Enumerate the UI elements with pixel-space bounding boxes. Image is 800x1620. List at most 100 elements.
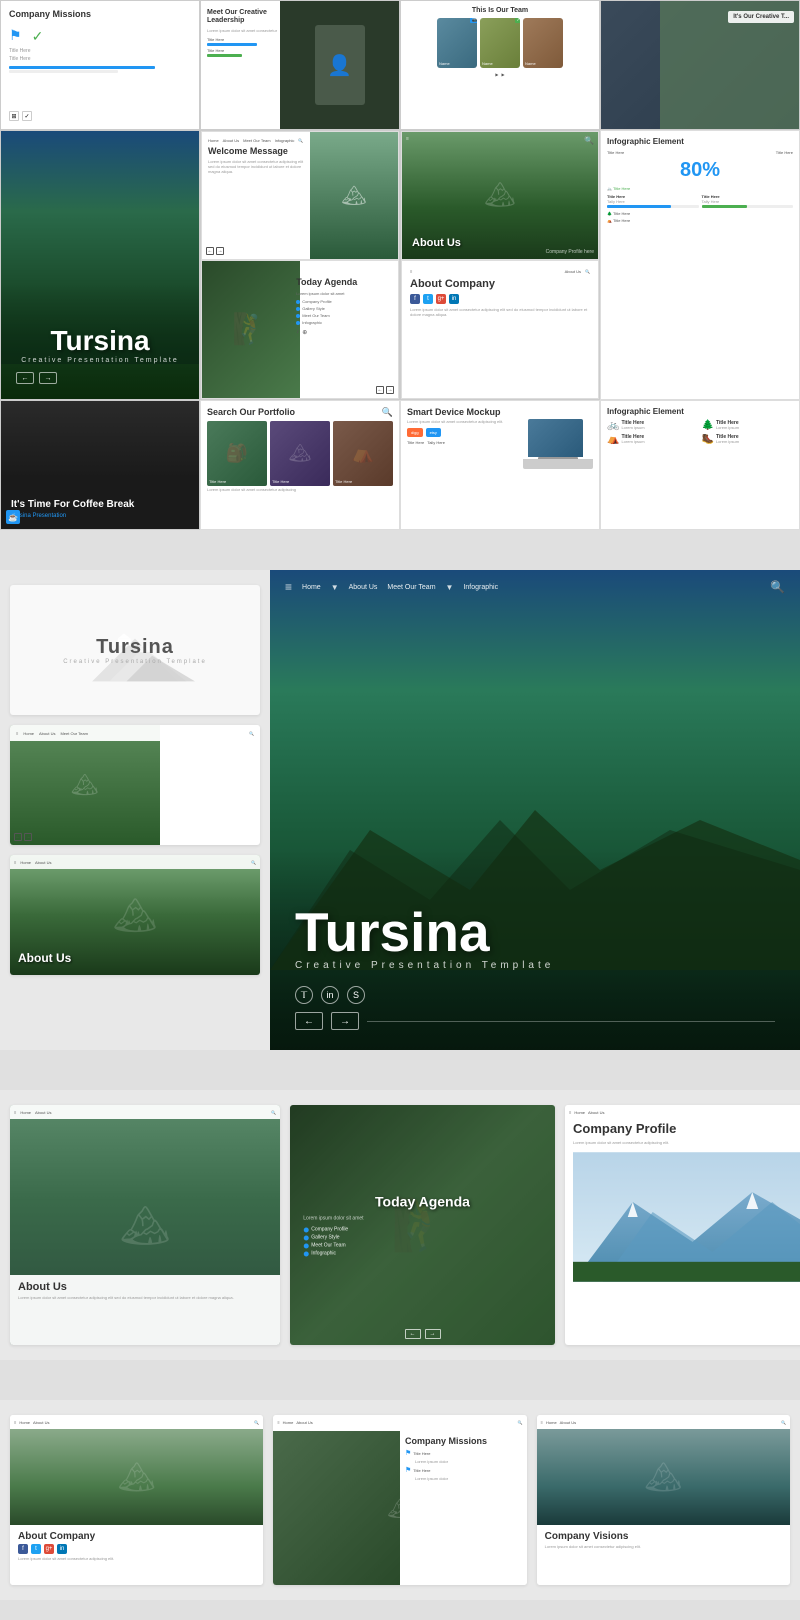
agenda-content: Today Agenda Lorem ipsum dolor sit amet … — [290, 271, 398, 342]
slide-about-part1: 🏔 🔍 ≡ About Us Company Profile here — [401, 131, 599, 260]
brand-sub-main: Creative Presentation Template — [16, 357, 184, 364]
bottom-padding — [0, 1600, 800, 1620]
about-us-label: About Us — [412, 237, 461, 249]
digg-badge: digg — [407, 428, 423, 437]
team-photo-1: 📷 Name — [437, 18, 477, 68]
team-badge-2: ✓ — [515, 18, 520, 23]
br-ac-menu: ≡ — [14, 1420, 16, 1425]
large-prev-arrow[interactable]: ← — [295, 1012, 323, 1030]
slide-infographic-el: Infographic Element 🚲 Title Here Lorem i… — [600, 400, 800, 530]
person-icon: 👤 — [315, 25, 365, 105]
laptop-base — [523, 459, 593, 469]
infographic-el-desc-2: Lorem ipsum — [716, 426, 793, 431]
tally-here-1: Title Here — [407, 440, 424, 445]
large-brand-name: Tursina — [295, 905, 775, 960]
portfolio-search-icon: 🔍 — [382, 407, 393, 418]
prev-arrow[interactable]: ← — [16, 372, 34, 384]
infographic-el-desc-4: Lorem ipsum — [716, 440, 793, 445]
bm-agenda-item-4: Infographic — [303, 1251, 542, 1257]
meet-leadership-title: Meet Our Creative Leadership — [207, 9, 282, 26]
bm-agenda-dot-3 — [303, 1243, 308, 1248]
large-tursina-slide: ≡ Home ▼ About Us Meet Our Team ▼ Infogr… — [270, 570, 800, 1050]
slide-infographic-element: Infographic Element Title Here Title Her… — [600, 130, 800, 400]
company-missions-title: Company Missions — [9, 9, 191, 19]
bottom-middle-section: ≡ Home About Us 🔍 🏔 About Us Lorem ipsum… — [0, 1090, 800, 1360]
middle-section: Tursina Creative Presentation Template ≡… — [0, 570, 800, 1050]
br-m-search: 🔍 — [518, 1420, 523, 1425]
br-ac-content: About Company f t g+ in Lorem ipsum dolo… — [10, 1525, 263, 1585]
pa-home: Home — [20, 860, 31, 865]
preview-about: ≡ Home About Us 🔍 🏔 About Us — [10, 855, 260, 975]
bm-agenda-label-2: Gallery Style — [311, 1235, 339, 1241]
br-ac-home: Home — [19, 1420, 30, 1425]
portfolio-photos: Title Here 🎒 Title Here 🏔 Title Here ⛺ — [207, 421, 393, 486]
bm-agenda-item-1: Company Profile — [303, 1227, 542, 1233]
team-photo-2: ✓ Name — [480, 18, 520, 68]
br-ac-search: 🔍 — [254, 1420, 259, 1425]
check-icon: ✓ — [32, 28, 44, 45]
large-menu-icon: ≡ — [285, 580, 292, 594]
bm-agenda-dot-1 — [303, 1227, 308, 1232]
bm-profile-nav-home: Home — [574, 1110, 585, 1115]
infographic-el-content-2: Title Here Lorem ipsum — [716, 420, 793, 431]
portfolio-title: Search Our Portfolio — [207, 407, 393, 417]
twitter-icon: t — [423, 294, 433, 304]
gray-separator-2 — [0, 1050, 800, 1090]
bm-agenda-subtitle: Lorem ipsum dolor sit amet — [303, 1216, 542, 1222]
top-grid: Company Missions ⚑ ✓ Title Here Title He… — [0, 0, 800, 530]
large-search-icon[interactable]: 🔍 — [770, 580, 785, 594]
title-here-2: Title Here — [9, 56, 191, 62]
infographic-el-item-3: ⛺ Title Here Lorem ipsum — [607, 434, 699, 445]
large-nav-home: Home — [302, 584, 321, 591]
bm-prev-arrow[interactable]: ← — [405, 1329, 421, 1339]
infographic-el-item-2: 🌲 Title Here Lorem ipsum — [702, 420, 794, 431]
next-arrow[interactable]: → — [39, 372, 57, 384]
infographic-item-4: ⛺ Title Here — [607, 218, 793, 223]
slide-meet-leadership: Meet Our Creative Leadership Lorem ipsum… — [200, 0, 400, 130]
large-nav-infographic: Infographic — [463, 584, 498, 591]
large-social-row: 𝕋 in S — [295, 986, 775, 1004]
wn-about: About Us — [223, 138, 239, 143]
tree-icon: 🌲 — [702, 420, 714, 431]
bm-profile-content: Company Profile Lorem ipsum dolor sit am… — [573, 1121, 800, 1337]
br-m-home: Home — [283, 1420, 294, 1425]
device-content: Lorem ipsum dolor sit amet consectetur a… — [407, 419, 593, 469]
br-visions-nav: ≡ Home About Us 🔍 — [537, 1415, 790, 1429]
agenda-label-4: Infographic — [302, 320, 322, 325]
bm-about-nav-home: Home — [20, 1110, 31, 1115]
next-dot[interactable]: → — [24, 833, 32, 841]
bm-agenda-items: Company Profile Gallery Style Meet Our T… — [303, 1227, 542, 1257]
brand-name-main: Tursina — [16, 325, 184, 357]
bm-next-arrow[interactable]: → — [425, 1329, 441, 1339]
br-visions-content: Company Visions Lorem ipsum dolor sit am… — [537, 1525, 790, 1585]
bm-agenda-title: Today Agenda — [303, 1194, 542, 1210]
bm-agenda-item-3: Meet Our Team — [303, 1243, 542, 1249]
slide-company-missions: Company Missions ⚑ ✓ Title Here Title He… — [0, 0, 200, 130]
br-ac-mountain: 🏔 — [10, 1429, 263, 1525]
portfolio-photo-3: Title Here ⛺ — [333, 421, 393, 486]
slide-this-team: This Is Our Team 📷 Name ✓ Name Name ▶ ▶ — [400, 0, 600, 130]
infographic-item-3: 🌲 Title Here — [607, 211, 793, 216]
bm-profile-menu: ≡ — [569, 1110, 571, 1115]
bm-company-profile-card: ≡ Home About Us 🔍 Company Profile Lorem … — [565, 1105, 800, 1345]
device-badges: digg etsy — [407, 428, 519, 437]
wn-search: 🔍 — [298, 138, 303, 143]
coffee-overlay — [1, 401, 199, 478]
br-missions-nav: ≡ Home About Us 🔍 — [273, 1415, 526, 1429]
team-chevron: ▼ — [446, 583, 454, 592]
large-nav-about: About Us — [349, 584, 378, 591]
bm-agenda-label-1: Company Profile — [311, 1227, 348, 1233]
br-v-home: Home — [546, 1420, 557, 1425]
infographic-title2: Title Here — [776, 150, 793, 155]
br-visions-card: ≡ Home About Us 🔍 🏔 Company Visions Lore… — [537, 1415, 790, 1585]
large-next-arrow[interactable]: → — [331, 1012, 359, 1030]
infographic-item-1: Title Here Tally Here — [607, 194, 699, 208]
bm-profile-text: Lorem ipsum dolor sit amet consectetur a… — [573, 1140, 800, 1146]
bm-profile-title: Company Profile — [573, 1121, 800, 1136]
team-photos: 📷 Name ✓ Name Name — [437, 18, 563, 68]
laptop-image — [523, 419, 593, 469]
bm-agenda-item-2: Gallery Style — [303, 1235, 542, 1241]
prev-dot[interactable]: ← — [14, 833, 22, 841]
hiker-icon: 🥾 — [702, 434, 714, 445]
pw-menu: ≡ — [16, 731, 18, 736]
